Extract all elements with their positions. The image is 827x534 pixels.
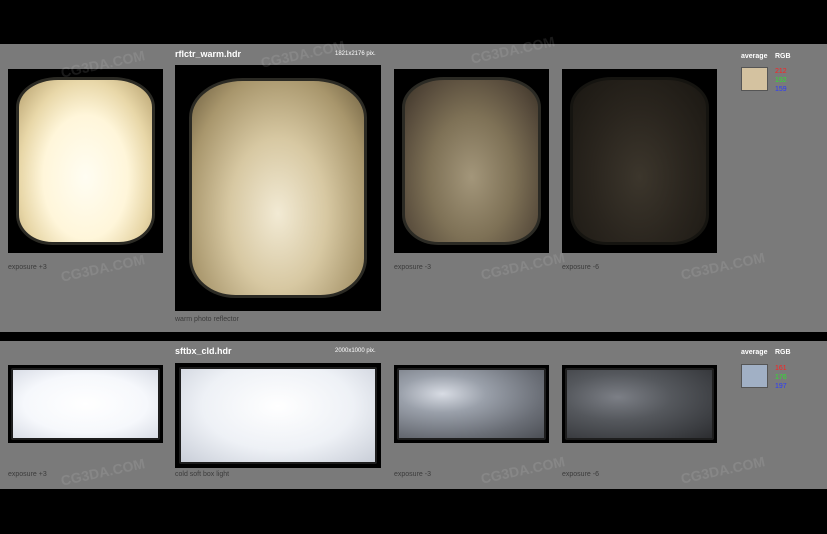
average-label: average <box>741 349 768 356</box>
rgb-label: RGB <box>775 349 791 356</box>
red-value: 212 <box>775 68 787 75</box>
thumb-exposure-plus3[interactable] <box>8 69 163 253</box>
green-value: 176 <box>775 374 787 381</box>
thumb-exposure-plus3[interactable] <box>8 365 163 443</box>
blue-value: 197 <box>775 383 787 390</box>
green-value: 192 <box>775 77 787 84</box>
thumb-exposure-minus6[interactable] <box>562 69 717 253</box>
red-value: 161 <box>775 365 787 372</box>
thumb-main-reflector[interactable] <box>175 65 381 311</box>
file-title: rflctr_warm.hdr <box>175 49 242 59</box>
caption-exposure-minus3: exposure -3 <box>394 264 431 271</box>
file-dimensions: 2000x1000 pix. <box>335 348 376 354</box>
average-color-swatch <box>741 67 768 91</box>
caption-main: cold soft box light <box>175 471 230 478</box>
thumb-exposure-minus6[interactable] <box>562 365 717 443</box>
caption-main: warm photo reflector <box>175 316 239 323</box>
thumb-main-softbox[interactable] <box>175 363 381 468</box>
caption-exposure-plus3: exposure +3 <box>8 471 47 478</box>
softbox-image <box>11 368 160 440</box>
blue-value: 159 <box>775 86 787 93</box>
reflector-image <box>402 77 541 245</box>
thumb-exposure-minus3[interactable] <box>394 69 549 253</box>
average-label: average <box>741 53 768 60</box>
caption-exposure-minus6: exposure -6 <box>562 471 599 478</box>
file-title: sftbx_cld.hdr <box>175 346 232 356</box>
reflector-image <box>189 78 367 298</box>
rgb-label: RGB <box>775 53 791 60</box>
reflector-image <box>570 77 709 245</box>
caption-exposure-minus6: exposure -6 <box>562 264 599 271</box>
softbox-image <box>179 367 377 464</box>
thumb-exposure-minus3[interactable] <box>394 365 549 443</box>
reflector-image <box>16 77 155 245</box>
caption-exposure-plus3: exposure +3 <box>8 264 47 271</box>
average-color-swatch <box>741 364 768 388</box>
caption-exposure-minus3: exposure -3 <box>394 471 431 478</box>
softbox-image <box>397 368 546 440</box>
softbox-image <box>565 368 714 440</box>
